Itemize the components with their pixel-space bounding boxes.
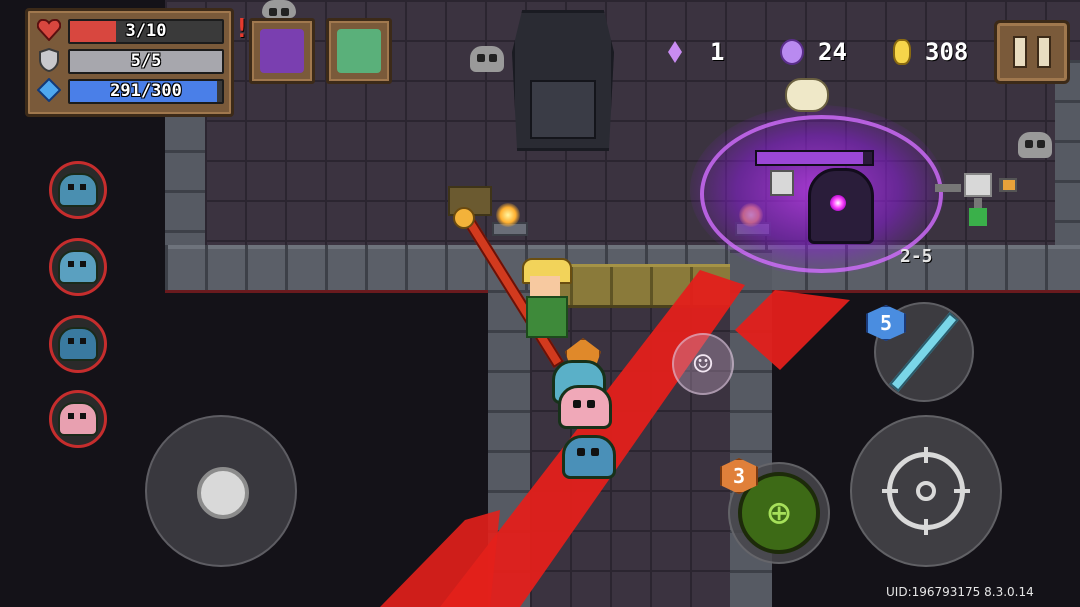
- crosshair-center: [916, 481, 936, 501]
- party-member-3[interactable]: [49, 315, 107, 373]
- skull-decoration: [1018, 132, 1052, 158]
- portrait-eye: [80, 261, 86, 267]
- dungeon-wall-right: [1055, 60, 1080, 250]
- crosshair-tick: [882, 489, 898, 493]
- skull-decoration: [262, 0, 296, 18]
- pet-eye: [573, 400, 581, 408]
- portrait-eye: [68, 413, 74, 419]
- pause-button[interactable]: [994, 20, 1070, 84]
- purple-orb-buff-icon: [260, 29, 304, 73]
- energy-text: 291/300: [110, 81, 182, 101]
- shield-icon: [36, 47, 62, 73]
- party-member-1[interactable]: [49, 161, 107, 219]
- level-indicator: 2-5: [900, 246, 933, 267]
- goggles-pet-icon: [58, 250, 98, 284]
- boss-health-bar: [755, 150, 874, 166]
- portrait-eye: [68, 261, 74, 267]
- portrait-eye: [68, 338, 74, 344]
- purple-coin-counter: 24: [780, 38, 847, 66]
- player-face: [530, 276, 560, 296]
- portrait-eye: [80, 338, 86, 344]
- health-row: 3/10: [36, 17, 224, 44]
- armor-bar: 5/5: [68, 49, 224, 74]
- crosshair-tick: [954, 489, 970, 493]
- skull-decoration: [470, 46, 504, 72]
- energy-bar: 291/300: [68, 79, 224, 104]
- portrait-eye: [68, 184, 74, 190]
- throne-seat: [530, 80, 596, 139]
- party-member-2[interactable]: [49, 238, 107, 296]
- armor-row: 5/5: [36, 47, 224, 74]
- movement-joystick[interactable]: [145, 415, 297, 567]
- purple-gem-counter: 1: [668, 38, 724, 66]
- pause-icon: [1037, 36, 1051, 68]
- sparkle-pet-icon: [58, 327, 98, 361]
- pause-icon: [1013, 36, 1027, 68]
- buff-slot-purple-orb[interactable]: [249, 18, 315, 84]
- alert-marker: !: [234, 14, 250, 44]
- smiley-icon: ☺: [693, 345, 713, 383]
- dungeon-wall-left: [165, 110, 205, 250]
- pink-pet-icon: [58, 402, 98, 436]
- boss-eye-icon: [830, 195, 846, 211]
- pet-follower: [558, 385, 612, 429]
- energy-row: 291/300: [36, 77, 224, 104]
- uid-version-text: UID:196793175 8.3.0.14: [886, 585, 1034, 599]
- blue-slime-pet-icon: [58, 173, 98, 207]
- boss-health-fill: [757, 152, 863, 164]
- pet-follower: [562, 435, 616, 479]
- torch-flame-icon: [496, 203, 520, 227]
- crosshair-tick: [924, 519, 928, 535]
- attack-button[interactable]: [850, 415, 1002, 567]
- purple-gem-count: 1: [710, 38, 725, 66]
- pet-eye: [591, 448, 599, 456]
- pet-eye: [577, 448, 585, 456]
- enemy-minion: [770, 170, 794, 196]
- health-bar: 3/10: [68, 19, 224, 44]
- portrait-eye: [80, 413, 86, 419]
- floating-enemy: [785, 78, 829, 112]
- health-text: 3/10: [125, 21, 167, 41]
- player-stats-panel: 3/10 5/5 291/300: [25, 8, 234, 117]
- joystick-knob[interactable]: [197, 467, 249, 519]
- purple-coin-count: 24: [818, 38, 847, 66]
- armor-text: 5/5: [130, 51, 162, 71]
- player-character: [522, 258, 572, 338]
- player-body: [526, 296, 568, 338]
- portrait-eye: [80, 184, 86, 190]
- heart-icon: [36, 17, 62, 43]
- purple-coin-icon: [780, 39, 804, 65]
- purple-gem-icon: [668, 41, 682, 63]
- crosshair-icon: [882, 447, 970, 535]
- gold-counter: 308: [893, 38, 968, 66]
- emote-button[interactable]: ☺: [672, 333, 734, 395]
- party-member-4[interactable]: [49, 390, 107, 448]
- energy-gem-icon: [36, 77, 62, 103]
- pet-eye: [587, 400, 595, 408]
- green-dragon-buff-icon: [337, 29, 381, 73]
- crosshair-tick: [924, 447, 928, 463]
- staff-tip-icon: [453, 207, 475, 229]
- gold-coin-icon: [893, 39, 911, 65]
- gold-count: 308: [925, 38, 969, 66]
- buff-slot-green-dragon[interactable]: [326, 18, 392, 84]
- minimap: [935, 172, 1025, 232]
